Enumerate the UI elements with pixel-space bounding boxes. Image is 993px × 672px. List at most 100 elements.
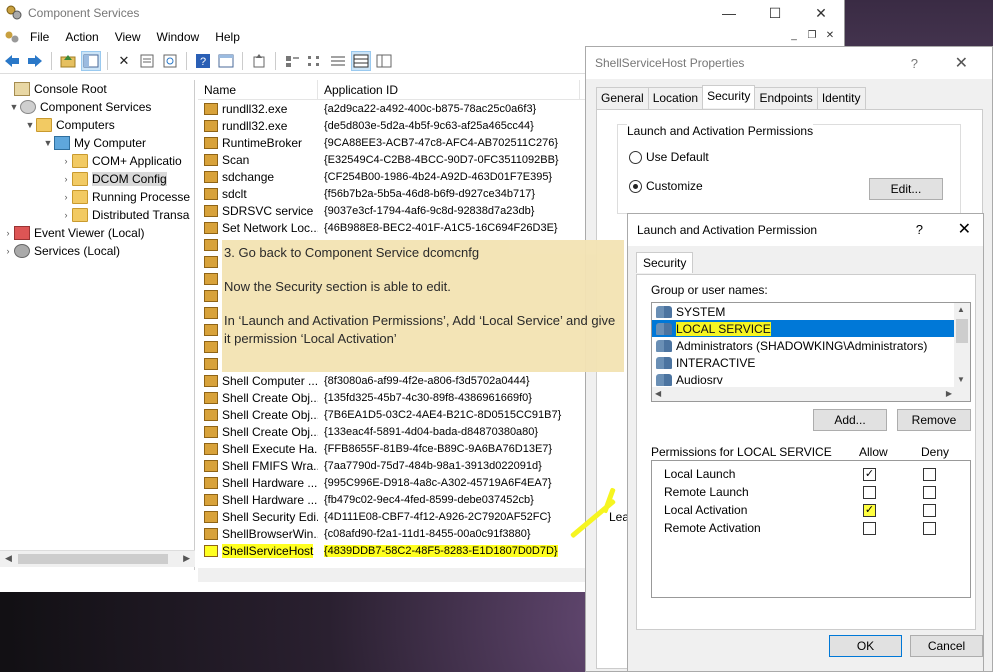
forward-icon[interactable] xyxy=(25,51,45,71)
menu-help[interactable]: Help xyxy=(207,30,248,44)
user-list-item[interactable]: INTERACTIVE xyxy=(652,354,970,371)
properties-icon[interactable] xyxy=(137,51,157,71)
user-list-item[interactable]: Audiosrv xyxy=(652,371,970,388)
menu-file[interactable]: File xyxy=(22,30,57,44)
chevron-right-icon[interactable]: › xyxy=(60,174,72,184)
tab-security[interactable]: Security xyxy=(702,85,756,108)
scrollbar-thumb[interactable] xyxy=(18,554,168,564)
chevron-down-icon[interactable]: ▼ xyxy=(24,120,36,130)
tree-item-computers[interactable]: ▼ Computers xyxy=(0,116,194,134)
tab-location[interactable]: Location xyxy=(647,87,704,110)
deny-checkbox[interactable] xyxy=(923,468,936,481)
chevron-right-icon[interactable]: › xyxy=(60,192,72,202)
refresh-icon[interactable] xyxy=(160,51,180,71)
tree-item-my-computer[interactable]: ▼ My Computer xyxy=(0,134,194,152)
allow-checkbox[interactable]: ✓ xyxy=(863,504,876,517)
scroll-right-icon[interactable]: ▶ xyxy=(183,553,190,564)
user-list-item[interactable]: SYSTEM xyxy=(652,303,970,320)
maximize-icon[interactable]: ☐ xyxy=(752,0,798,26)
tab-general[interactable]: General xyxy=(596,87,649,110)
scroll-down-icon[interactable]: ▼ xyxy=(957,375,965,384)
allow-checkbox[interactable]: ✓ xyxy=(863,468,876,481)
list-view-icon[interactable] xyxy=(328,51,348,71)
cancel-button[interactable]: Cancel xyxy=(910,635,983,657)
tree-item-dcom-config[interactable]: › DCOM Config xyxy=(0,170,194,188)
chevron-right-icon[interactable]: › xyxy=(2,246,14,256)
chevron-down-icon[interactable]: ▼ xyxy=(42,138,54,148)
detail-view-icon[interactable] xyxy=(351,50,371,71)
table-row[interactable]: SDRSVC service {9037e3cf-1794-4af6-9c8d-9… xyxy=(198,202,590,219)
scroll-left-icon[interactable]: ◀ xyxy=(655,389,661,398)
table-row[interactable]: Shell Execute Ha... {FFB8655F-81B9-4fce-B… xyxy=(198,440,590,457)
column-header-name[interactable]: Name xyxy=(198,80,318,99)
show-tree-icon[interactable] xyxy=(81,50,101,71)
show-scope-icon[interactable] xyxy=(216,51,236,71)
table-row[interactable]: Shell Hardware ... {fb479c02-9ec4-4fed-85… xyxy=(198,491,590,508)
tree-item-console-root[interactable]: Console Root xyxy=(0,80,194,98)
table-row[interactable]: Shell FMIFS Wra... {7aa7790d-75d7-484b-98… xyxy=(198,457,590,474)
back-icon[interactable] xyxy=(2,51,22,71)
user-list-vertical-scrollbar[interactable]: ▲ ▼ xyxy=(954,303,970,389)
tree-item-com-plus[interactable]: › COM+ Applicatio xyxy=(0,152,194,170)
edit-button[interactable]: Edit... xyxy=(869,178,943,200)
table-row[interactable]: rundll32.exe {de5d803e-5d2a-4b5f-9c63-af2… xyxy=(198,117,590,134)
tab-security[interactable]: Security xyxy=(636,252,694,273)
chevron-right-icon[interactable]: › xyxy=(60,156,72,166)
chevron-right-icon[interactable]: › xyxy=(2,228,14,238)
table-row[interactable]: Scan {E32549C4-C2B8-4BCC-90D7-0FC3511092B… xyxy=(198,151,590,168)
small-icons-icon[interactable] xyxy=(305,51,325,71)
ok-button[interactable]: OK xyxy=(829,635,902,657)
close-icon[interactable]: ✕ xyxy=(958,219,971,239)
tree-item-component-services[interactable]: ▼ Component Services xyxy=(0,98,194,116)
menu-view[interactable]: View xyxy=(107,30,149,44)
user-list-item[interactable]: LOCAL SERVICE xyxy=(652,320,956,337)
table-row[interactable]: ShellServiceHost {4839DDB7-58C2-48F5-8283… xyxy=(198,542,590,559)
table-row[interactable]: Shell Computer ... {8f3080a6-af99-4f2e-a8… xyxy=(198,372,590,389)
large-icons-icon[interactable] xyxy=(282,51,302,71)
table-row[interactable]: Shell Create Obj... {135fd325-45b7-4c30-8… xyxy=(198,389,590,406)
close-icon[interactable]: ✕ xyxy=(798,0,844,26)
tree-item-event-viewer[interactable]: › Event Viewer (Local) xyxy=(0,224,194,242)
tree-item-running-processes[interactable]: › Running Processe xyxy=(0,188,194,206)
delete-icon[interactable]: ✕ xyxy=(114,51,134,71)
scroll-up-icon[interactable]: ▲ xyxy=(957,305,965,314)
use-default-radio[interactable]: Use Default xyxy=(629,150,709,164)
mdi-minimize-icon[interactable]: _ xyxy=(786,30,802,44)
tree-item-distributed-transactions[interactable]: › Distributed Transa xyxy=(0,206,194,224)
filter-view-icon[interactable] xyxy=(374,51,394,71)
allow-checkbox[interactable] xyxy=(863,486,876,499)
table-row[interactable]: rundll32.exe {a2d9ca22-a492-400c-b875-78a… xyxy=(198,100,590,117)
remove-button[interactable]: Remove xyxy=(897,409,971,431)
menu-action[interactable]: Action xyxy=(57,30,106,44)
deny-checkbox[interactable] xyxy=(923,522,936,535)
export-icon[interactable] xyxy=(249,51,269,71)
minimize-icon[interactable]: — xyxy=(706,0,752,26)
table-row[interactable]: RuntimeBroker {9CA88EE3-ACB7-47c8-AFC4-AB… xyxy=(198,134,590,151)
table-row[interactable]: Set Network Loc... {46B988E8-BEC2-401F-A1… xyxy=(198,219,590,236)
tree-item-services[interactable]: › Services (Local) xyxy=(0,242,194,260)
help-icon[interactable]: ? xyxy=(193,51,213,71)
tree-horizontal-scrollbar[interactable]: ◀ ▶ xyxy=(0,550,195,567)
tab-identity[interactable]: Identity xyxy=(816,87,866,110)
table-row[interactable]: Shell Security Edi... {4D111E08-CBF7-4f12… xyxy=(198,508,590,525)
chevron-right-icon[interactable]: › xyxy=(60,210,72,220)
table-row[interactable]: ShellBrowserWin... {c08afd90-f2a1-11d1-84… xyxy=(198,525,590,542)
mdi-restore-icon[interactable]: ❐ xyxy=(804,30,820,44)
add-button[interactable]: Add... xyxy=(813,409,887,431)
mdi-close-icon[interactable]: ✕ xyxy=(822,30,838,44)
table-row[interactable]: Shell Hardware ... {995C996E-D918-4a8c-A3… xyxy=(198,474,590,491)
list-horizontal-scrollbar[interactable] xyxy=(198,568,590,582)
up-folder-icon[interactable] xyxy=(58,51,78,71)
close-icon[interactable]: ✕ xyxy=(955,53,968,73)
scroll-left-icon[interactable]: ◀ xyxy=(5,553,12,564)
user-list-horizontal-scrollbar[interactable]: ◀ ▶ xyxy=(652,387,970,401)
scroll-right-icon[interactable]: ▶ xyxy=(946,389,952,398)
allow-checkbox[interactable] xyxy=(863,522,876,535)
customize-radio[interactable]: Customize xyxy=(629,179,703,193)
table-row[interactable]: Shell Create Obj... {7B6EA1D5-03C2-4AE4-B… xyxy=(198,406,590,423)
deny-checkbox[interactable] xyxy=(923,486,936,499)
deny-checkbox[interactable] xyxy=(923,504,936,517)
mmc-menu-icon[interactable] xyxy=(4,29,20,45)
chevron-down-icon[interactable]: ▼ xyxy=(8,102,20,112)
help-icon[interactable]: ? xyxy=(911,56,918,71)
